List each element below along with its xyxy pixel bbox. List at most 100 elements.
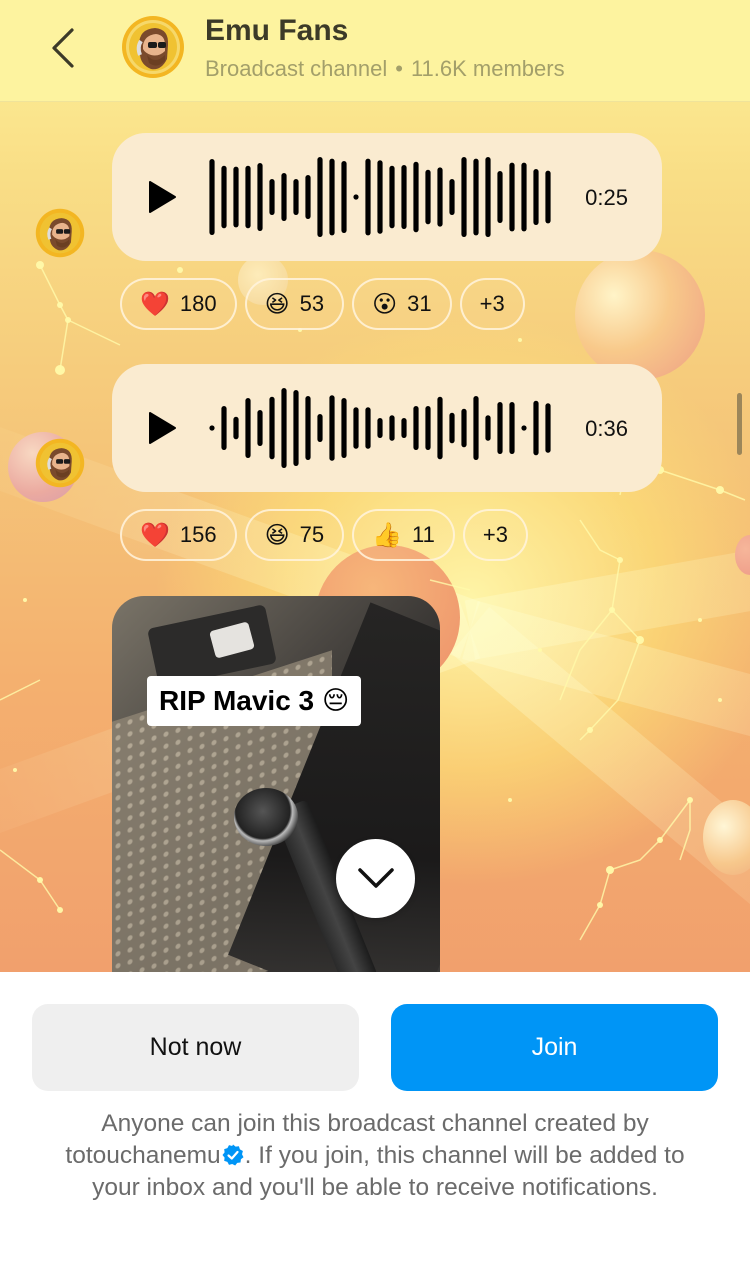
- waveform-bar: [281, 388, 287, 468]
- waveform-bar: [485, 415, 491, 441]
- voice-duration: 0:25: [585, 185, 628, 210]
- waveform-bar: [233, 166, 239, 228]
- image-caption: RIP Mavic 3 😔: [147, 676, 362, 726]
- scroll-to-bottom-button[interactable]: [336, 839, 415, 918]
- waveform-bar: [449, 179, 455, 215]
- channel-subtitle: Broadcast channel • 11.6K members: [205, 56, 565, 82]
- waveform-bar: [305, 175, 311, 219]
- waveform-bar: [329, 395, 335, 461]
- voice-message[interactable]: 0:36: [112, 364, 662, 492]
- waveform-bar: [221, 406, 227, 450]
- waveform-bar: [377, 160, 383, 234]
- waveform-dot: [353, 194, 359, 200]
- waveform-bar: [485, 157, 491, 237]
- waveform-bar: [509, 402, 515, 454]
- waveform-bar: [545, 403, 551, 453]
- reaction-count: 31: [407, 291, 432, 316]
- waveform-bar: [413, 406, 419, 450]
- back-button[interactable]: [44, 22, 84, 74]
- member-count: 11.6K members: [410, 56, 565, 81]
- reaction-count: 11: [412, 522, 435, 547]
- waveform-bar: [245, 165, 251, 229]
- waveform-bar: [413, 161, 419, 233]
- sender-avatar[interactable]: [35, 208, 85, 258]
- reaction-pill[interactable]: ❤️ 156: [120, 509, 237, 561]
- drone-motor: [234, 788, 298, 846]
- waveform[interactable]: [204, 378, 554, 478]
- voice-duration: 0:36: [585, 416, 628, 441]
- waveform-bar: [521, 162, 527, 232]
- waveform-bar: [209, 159, 215, 235]
- join-button[interactable]: Join: [391, 1004, 718, 1091]
- waveform-bar: [425, 406, 431, 450]
- waveform[interactable]: [204, 147, 554, 247]
- surprised-emoji: 😮: [372, 290, 398, 318]
- join-sheet: Not now Join Anyone can join this broadc…: [0, 972, 750, 1285]
- scrollbar-thumb[interactable]: [737, 393, 742, 455]
- waveform-bar: [257, 410, 263, 446]
- waveform-bar: [473, 158, 479, 236]
- not-now-button[interactable]: Not now: [32, 1004, 359, 1091]
- waveform-bar: [497, 402, 503, 454]
- waveform-bar: [269, 179, 275, 215]
- waveform-bar: [389, 165, 395, 229]
- play-icon[interactable]: [147, 180, 177, 214]
- waveform-bar: [341, 398, 347, 458]
- waveform-bar: [437, 167, 443, 227]
- reaction-pill[interactable]: ❤️ 180: [120, 278, 237, 330]
- waveform-bar: [425, 169, 431, 225]
- pensive-face-emoji: 😔: [322, 686, 350, 716]
- waveform-bar: [365, 158, 371, 236]
- more-reactions-pill[interactable]: +3: [459, 278, 525, 330]
- waveform-dot: [521, 425, 527, 431]
- more-reactions-count: +3: [479, 291, 505, 316]
- sender-avatar[interactable]: [35, 438, 85, 488]
- waveform-bar: [377, 418, 383, 438]
- waveform-bar: [389, 415, 395, 441]
- channel-avatar[interactable]: [121, 15, 185, 79]
- waveform-bar: [473, 396, 479, 460]
- waveform-bar: [533, 400, 539, 456]
- reaction-pill[interactable]: 😆 53: [244, 278, 345, 330]
- channel-header: Emu Fans Broadcast channel • 11.6K members: [0, 0, 750, 102]
- waveform-bar: [365, 407, 371, 449]
- waveform-bar: [401, 418, 407, 438]
- verified-badge-icon: [222, 1144, 244, 1166]
- waveform-bar: [257, 163, 263, 231]
- reaction-count: 53: [299, 291, 325, 316]
- waveform-bar: [353, 407, 359, 449]
- laughing-emoji: 😆: [264, 290, 290, 318]
- reaction-count: 180: [179, 291, 217, 316]
- reaction-bar: ❤️ 180 😆 53 😮 31 +3: [120, 278, 525, 330]
- waveform-bar: [509, 162, 515, 232]
- chevron-down-icon: [358, 868, 394, 888]
- separator-dot: •: [395, 56, 403, 81]
- channel-name[interactable]: Emu Fans: [205, 14, 348, 48]
- thumbs-up-emoji: 👍: [372, 521, 403, 549]
- more-reactions-count: +3: [482, 522, 508, 547]
- reaction-count: 156: [179, 522, 217, 547]
- channel-type: Broadcast channel: [205, 56, 388, 81]
- waveform-bar: [221, 165, 227, 229]
- reaction-pill[interactable]: 👍 11: [352, 509, 455, 561]
- waveform-bar: [461, 408, 467, 448]
- waveform-bar: [269, 396, 275, 460]
- waveform-bar: [497, 171, 503, 223]
- voice-message[interactable]: 0:25: [112, 133, 662, 261]
- reaction-pill[interactable]: 😆 75: [244, 509, 345, 561]
- waveform-bar: [545, 170, 551, 224]
- more-reactions-pill[interactable]: +3: [462, 509, 528, 561]
- info-prefix: Anyone can join this broadcast channel c…: [101, 1110, 649, 1137]
- caption-text: RIP Mavic 3: [159, 685, 315, 716]
- reaction-bar: ❤️ 156 😆 75 👍 11 +3: [120, 509, 528, 561]
- creator-username[interactable]: totouchanemu: [65, 1142, 220, 1169]
- waveform-dot: [209, 425, 215, 431]
- waveform-bar: [293, 390, 299, 466]
- play-icon[interactable]: [147, 411, 177, 445]
- reaction-pill[interactable]: 😮 31: [352, 278, 452, 330]
- waveform-bar: [449, 412, 455, 444]
- waveform-bar: [317, 414, 323, 442]
- waveform-bar: [233, 416, 239, 440]
- image-message[interactable]: RIP Mavic 3 😔: [112, 596, 440, 972]
- waveform-bar: [533, 169, 539, 225]
